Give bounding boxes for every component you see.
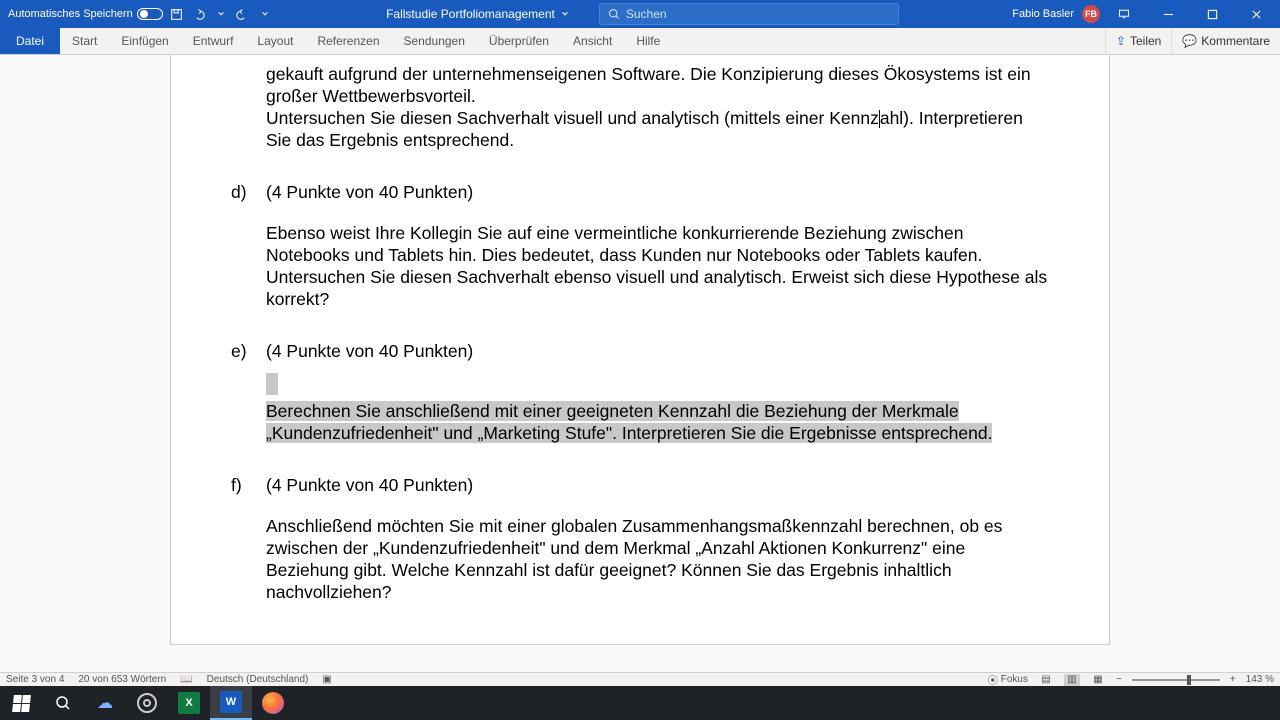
- cloud-icon: ☁: [97, 693, 113, 713]
- comment-icon: 💬: [1182, 34, 1197, 48]
- tab-file[interactable]: Datei: [0, 28, 60, 54]
- save-icon[interactable]: [169, 6, 185, 22]
- item-label: d): [231, 182, 266, 311]
- web-layout-icon[interactable]: ▦: [1090, 674, 1106, 686]
- item-points: (4 Punkte von 40 Punkten): [266, 341, 1049, 363]
- start-button[interactable]: [0, 686, 42, 720]
- search-button[interactable]: [42, 686, 84, 720]
- ribbon-tabs: Datei Start Einfügen Entwurf Layout Refe…: [0, 28, 1280, 55]
- search-input[interactable]: Suchen: [599, 3, 899, 25]
- status-language[interactable]: Deutsch (Deutschland): [207, 674, 309, 685]
- taskbar-excel[interactable]: X: [168, 686, 210, 720]
- taskbar-word[interactable]: W: [210, 686, 252, 720]
- toggle-pill: [137, 8, 163, 20]
- comments-button[interactable]: 💬Kommentare: [1171, 28, 1280, 54]
- firefox-icon: [262, 692, 284, 714]
- tab-start[interactable]: Start: [60, 28, 109, 54]
- paragraph: gekauft aufgrund der unternehmenseigenen…: [266, 64, 1049, 152]
- zoom-in-icon[interactable]: +: [1230, 674, 1236, 685]
- tab-mailings[interactable]: Sendungen: [392, 28, 477, 54]
- status-words[interactable]: 20 von 653 Wörtern: [78, 674, 166, 685]
- share-button[interactable]: ⇪Teilen: [1105, 28, 1171, 54]
- minimize-icon[interactable]: [1148, 0, 1188, 28]
- search-placeholder: Suchen: [626, 7, 667, 21]
- excel-icon: X: [178, 692, 200, 714]
- proofing-icon[interactable]: 📖: [180, 674, 192, 685]
- chevron-down-icon[interactable]: [213, 6, 229, 22]
- document-canvas[interactable]: gekauft aufgrund der unternehmenseigenen…: [0, 55, 1280, 672]
- status-page[interactable]: Seite 3 von 4: [6, 674, 64, 685]
- tab-help[interactable]: Hilfe: [624, 28, 672, 54]
- windows-icon: [12, 695, 31, 712]
- item-points: (4 Punkte von 40 Punkten): [266, 182, 1049, 204]
- user-avatar[interactable]: FB: [1082, 5, 1100, 23]
- focus-mode[interactable]: ⦿Fokus: [988, 672, 1028, 687]
- tab-draft[interactable]: Entwurf: [181, 28, 246, 54]
- close-icon[interactable]: [1236, 0, 1276, 28]
- selection-marker: [266, 373, 278, 395]
- tab-review[interactable]: Überprüfen: [477, 28, 561, 54]
- taskbar-firefox[interactable]: [252, 686, 294, 720]
- zoom-slider[interactable]: [1132, 679, 1220, 681]
- focus-icon: ⦿: [988, 672, 998, 687]
- tab-layout[interactable]: Layout: [245, 28, 305, 54]
- item-label: e): [231, 341, 266, 445]
- word-icon: W: [220, 691, 242, 713]
- zoom-level[interactable]: 143 %: [1246, 674, 1274, 685]
- print-layout-icon[interactable]: ▥: [1064, 674, 1080, 686]
- tab-references[interactable]: Referenzen: [305, 28, 391, 54]
- item-f: f) (4 Punkte von 40 Punkten) Anschließen…: [231, 475, 1049, 604]
- redo-icon[interactable]: [235, 6, 251, 22]
- item-label: f): [231, 475, 266, 604]
- search-icon: [55, 695, 71, 711]
- ribbon-display-icon[interactable]: [1104, 0, 1144, 28]
- undo-icon[interactable]: [191, 6, 207, 22]
- taskbar-obs[interactable]: [126, 686, 168, 720]
- item-body-text: Anschließend möchten Sie mit einer globa…: [266, 516, 1049, 604]
- share-icon: ⇪: [1116, 34, 1126, 48]
- search-icon: [608, 8, 620, 20]
- chevron-down-icon: [561, 10, 569, 18]
- selected-text: Berechnen Sie anschließend mit einer gee…: [266, 401, 992, 443]
- user-name[interactable]: Fabio Basler: [1012, 8, 1074, 20]
- page[interactable]: gekauft aufgrund der unternehmenseigenen…: [170, 55, 1110, 645]
- status-bar: Seite 3 von 4 20 von 653 Wörtern 📖 Deuts…: [0, 672, 1280, 686]
- zoom-out-icon[interactable]: −: [1116, 674, 1122, 685]
- item-points: (4 Punkte von 40 Punkten): [266, 475, 1049, 497]
- chevron-down-icon[interactable]: [257, 6, 273, 22]
- obs-icon: [137, 693, 157, 713]
- taskbar-app[interactable]: ☁: [84, 686, 126, 720]
- item-body-text: Berechnen Sie anschließend mit einer gee…: [266, 401, 1049, 445]
- title-bar: Automatisches Speichern Fallstudie Portf…: [0, 0, 1280, 28]
- autosave-toggle[interactable]: Automatisches Speichern: [8, 8, 163, 20]
- taskbar: ☁ X W: [0, 686, 1280, 720]
- item-body-text: Ebenso weist Ihre Kollegin Sie auf eine …: [266, 223, 1049, 311]
- tab-insert[interactable]: Einfügen: [109, 28, 180, 54]
- maximize-icon[interactable]: [1192, 0, 1232, 28]
- autosave-label: Automatisches Speichern: [8, 8, 133, 20]
- macro-icon[interactable]: ▣: [322, 674, 331, 685]
- document-title[interactable]: Fallstudie Portfoliomanagement: [386, 7, 569, 21]
- item-e: e) (4 Punkte von 40 Punkten) Berechnen S…: [231, 341, 1049, 445]
- item-d: d) (4 Punkte von 40 Punkten) Ebenso weis…: [231, 182, 1049, 311]
- tab-view[interactable]: Ansicht: [561, 28, 624, 54]
- read-mode-icon[interactable]: ▤: [1038, 674, 1054, 686]
